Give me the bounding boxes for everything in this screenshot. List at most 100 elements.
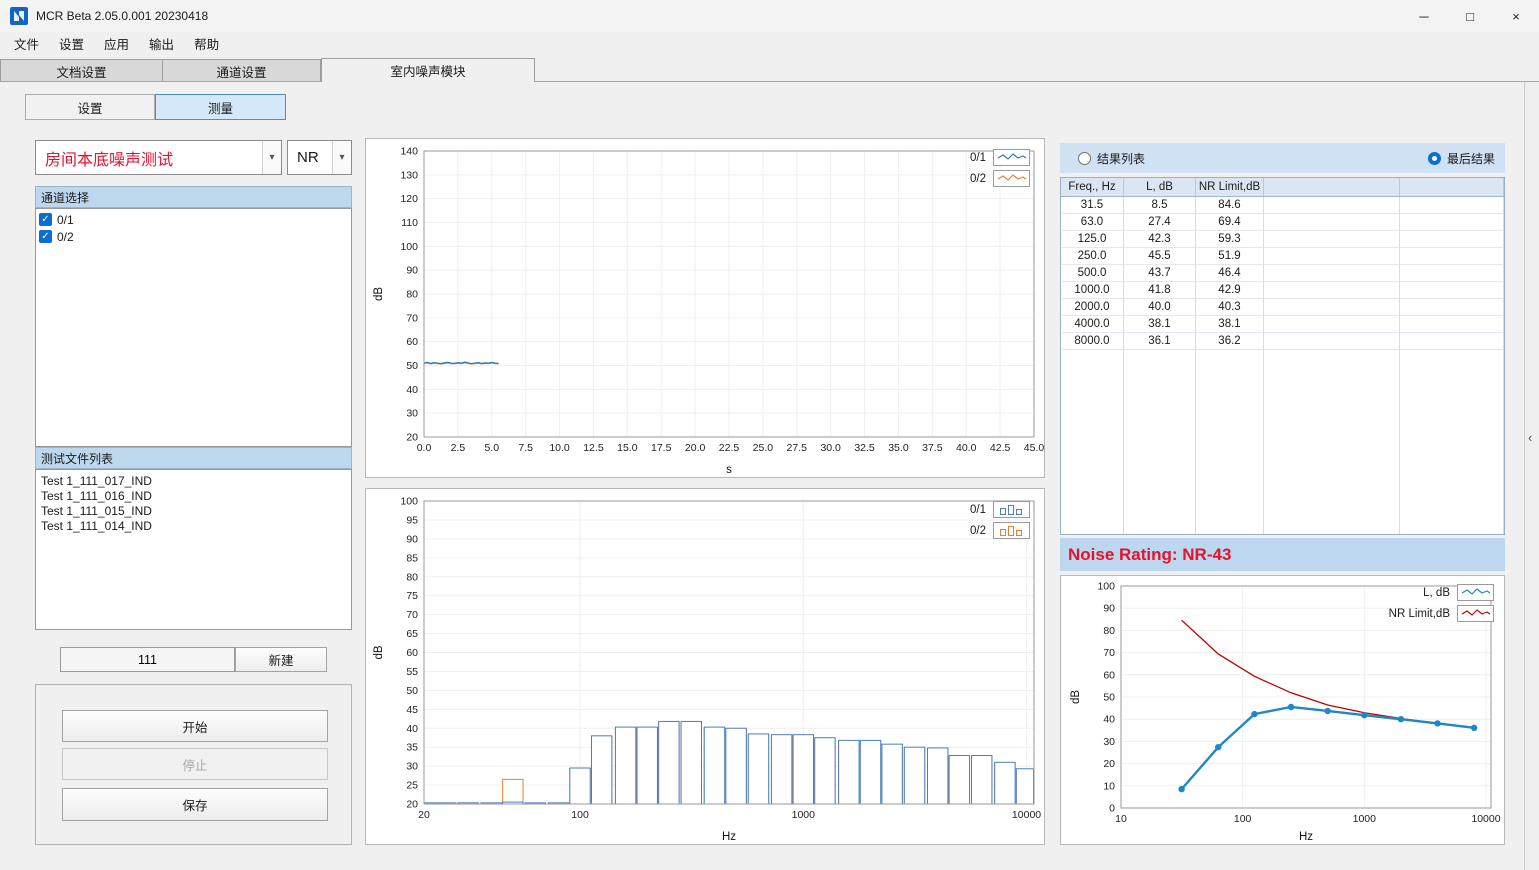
panel-collapse-strip[interactable]: ‹ <box>1524 82 1539 870</box>
close-icon[interactable]: × <box>1493 0 1539 32</box>
svg-text:100: 100 <box>571 809 589 821</box>
result-cell: 40.0 <box>1124 299 1196 316</box>
result-cell <box>1400 231 1504 248</box>
test-type-combo[interactable]: 房间本底噪声测试 ▾ <box>35 140 282 175</box>
tab-room-noise-module[interactable]: 室内噪声模块 <box>321 58 535 82</box>
dropdown-arrow-icon[interactable]: ▾ <box>262 141 281 174</box>
radio-result-list[interactable]: 结果列表 <box>1078 150 1145 167</box>
svg-text:32.5: 32.5 <box>854 442 875 454</box>
result-cell: 8.5 <box>1124 197 1196 214</box>
result-row[interactable]: 63.027.469.4 <box>1061 214 1504 231</box>
result-cell: 36.2 <box>1196 333 1264 350</box>
start-button[interactable]: 开始 <box>62 710 328 742</box>
svg-text:dB: dB <box>373 645 385 659</box>
table-empty-area <box>1061 350 1504 534</box>
nr-chart-panel: 010203040506070809010010100100010000dBHz… <box>1060 575 1505 845</box>
result-cell: 63.0 <box>1061 214 1124 231</box>
app-window: MCR Beta 2.05.0.001 20230418 ─ □ × 文件 设置… <box>0 0 1539 870</box>
collapse-chevron-icon: ‹ <box>1528 430 1532 445</box>
result-row[interactable]: 500.043.746.4 <box>1061 265 1504 282</box>
result-cell: 1000.0 <box>1061 282 1124 299</box>
menu-item-file[interactable]: 文件 <box>4 32 49 58</box>
result-cell: 46.4 <box>1196 265 1264 282</box>
svg-text:40: 40 <box>406 384 418 396</box>
svg-text:130: 130 <box>400 169 418 181</box>
svg-text:100: 100 <box>400 496 418 508</box>
radio-selected-icon[interactable] <box>1428 152 1441 165</box>
window-title: MCR Beta 2.05.0.001 20230418 <box>36 9 208 23</box>
test-type-value: 房间本底噪声测试 <box>36 146 262 170</box>
subtab-settings[interactable]: 设置 <box>25 94 155 120</box>
rating-combo[interactable]: NR ▾ <box>287 140 352 175</box>
result-cell <box>1400 197 1504 214</box>
svg-text:85: 85 <box>406 552 418 564</box>
result-cell: 43.7 <box>1124 265 1196 282</box>
svg-text:65: 65 <box>406 628 418 640</box>
channel-listbox: ✓ 0/1 ✓ 0/2 <box>35 208 352 447</box>
svg-text:27.5: 27.5 <box>787 442 808 454</box>
result-row[interactable]: 250.045.551.9 <box>1061 248 1504 265</box>
radio-last-result[interactable]: 最后结果 <box>1428 150 1495 167</box>
result-cell: 40.3 <box>1196 299 1264 316</box>
subtab-measure[interactable]: 测量 <box>155 94 286 120</box>
result-row[interactable]: 31.58.584.6 <box>1061 197 1504 214</box>
col-header-empty <box>1264 178 1400 197</box>
results-mode-bar: 结果列表 最后结果 <box>1060 143 1505 173</box>
menu-item-settings[interactable]: 设置 <box>49 32 94 58</box>
result-row[interactable]: 4000.038.138.1 <box>1061 316 1504 333</box>
menu-item-application[interactable]: 应用 <box>94 32 139 58</box>
svg-text:80: 80 <box>406 289 418 301</box>
result-cell <box>1264 316 1400 333</box>
svg-text:40.0: 40.0 <box>956 442 977 454</box>
result-row[interactable]: 8000.036.136.2 <box>1061 333 1504 350</box>
stop-button[interactable]: 停止 <box>62 748 328 780</box>
result-cell: 69.4 <box>1196 214 1264 231</box>
checkbox-checked-icon[interactable]: ✓ <box>39 213 52 226</box>
file-item[interactable]: Test 1_111_014_IND <box>36 519 351 534</box>
svg-text:70: 70 <box>406 312 418 324</box>
svg-text:30: 30 <box>406 761 418 773</box>
channel-item[interactable]: ✓ 0/2 <box>36 228 351 245</box>
channel-item[interactable]: ✓ 0/1 <box>36 211 351 228</box>
new-button[interactable]: 新建 <box>235 647 327 672</box>
result-cell: 4000.0 <box>1061 316 1124 333</box>
result-cell <box>1264 248 1400 265</box>
col-header-level: L, dB <box>1124 178 1196 197</box>
legend-label: 0/2 <box>970 525 986 537</box>
save-button[interactable]: 保存 <box>62 788 328 821</box>
result-cell: 8000.0 <box>1061 333 1124 350</box>
test-files-header: 测试文件列表 <box>35 447 352 469</box>
result-row[interactable]: 125.042.359.3 <box>1061 231 1504 248</box>
spectrum-chart-panel: 2025303540455055606570758085909510020100… <box>365 488 1045 845</box>
menu-item-output[interactable]: 输出 <box>139 32 184 58</box>
svg-text:12.5: 12.5 <box>583 442 604 454</box>
file-item[interactable]: Test 1_111_016_IND <box>36 489 351 504</box>
result-cell: 36.1 <box>1124 333 1196 350</box>
tab-channel-settings[interactable]: 通道设置 <box>163 59 321 82</box>
checkbox-checked-icon[interactable]: ✓ <box>39 230 52 243</box>
menu-item-help[interactable]: 帮助 <box>184 32 229 58</box>
legend-label: 0/1 <box>970 504 986 516</box>
svg-text:1000: 1000 <box>1353 813 1377 825</box>
svg-text:40: 40 <box>406 723 418 735</box>
minimize-icon[interactable]: ─ <box>1401 0 1447 32</box>
svg-text:45.0: 45.0 <box>1024 442 1044 454</box>
file-item[interactable]: Test 1_111_017_IND <box>36 474 351 489</box>
legend-bars-blue-icon <box>993 501 1030 518</box>
svg-text:10.0: 10.0 <box>549 442 570 454</box>
legend-label: 0/1 <box>970 152 986 164</box>
svg-text:20: 20 <box>406 799 418 811</box>
file-item[interactable]: Test 1_111_015_IND <box>36 504 351 519</box>
result-row[interactable]: 1000.041.842.9 <box>1061 282 1504 299</box>
svg-text:90: 90 <box>406 533 418 545</box>
col-header-nr-limit: NR Limit,dB <box>1196 178 1264 197</box>
dropdown-arrow-icon[interactable]: ▾ <box>332 141 351 174</box>
result-cell <box>1264 197 1400 214</box>
test-name-input[interactable] <box>60 647 235 672</box>
spectrum-chart-legend: 0/1 0/2 <box>970 501 1030 539</box>
radio-unselected-icon[interactable] <box>1078 152 1091 165</box>
tab-document-settings[interactable]: 文档设置 <box>0 59 163 82</box>
svg-text:17.5: 17.5 <box>651 442 672 454</box>
result-row[interactable]: 2000.040.040.3 <box>1061 299 1504 316</box>
maximize-icon[interactable]: □ <box>1447 0 1493 32</box>
